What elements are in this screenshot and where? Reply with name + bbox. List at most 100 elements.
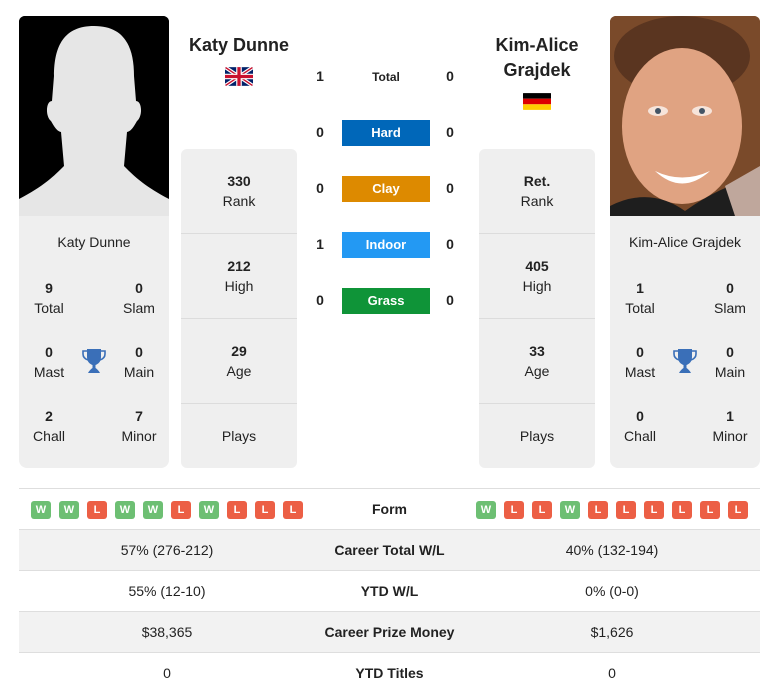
form-loss-badge[interactable]: L	[87, 501, 107, 519]
h2h-left-count: 0	[316, 124, 324, 140]
player1-titles-slam: 0 Slam	[109, 278, 169, 318]
silhouette-icon	[19, 16, 169, 216]
player2-card-name: Kim-Alice Grajdek	[628, 234, 742, 250]
player2-titles-mast: 0 Mast	[610, 342, 670, 382]
player1-high: 212 High	[181, 234, 297, 319]
player1-rank: 330 Rank	[181, 149, 297, 234]
h2h-right-count: 0	[446, 68, 454, 84]
player2-titles-total: 1 Total	[610, 278, 670, 318]
form-loss-badge[interactable]: L	[672, 501, 692, 519]
rank-label: Rank	[520, 193, 554, 209]
form-loss-badge[interactable]: L	[504, 501, 524, 519]
player1-age: 29 Age	[181, 319, 297, 404]
stat-label: Total	[34, 300, 64, 316]
age-value: 33	[529, 343, 545, 359]
row-label: Career Total W/L	[334, 542, 445, 558]
form-win-badge[interactable]: W	[31, 501, 51, 519]
h2h-total-label: Total	[372, 70, 400, 84]
player2-titles-minor: 1 Minor	[700, 406, 760, 446]
stat-value: 2	[45, 408, 53, 424]
gb-flag-icon	[225, 67, 253, 86]
stat-label: Chall	[624, 428, 656, 444]
de-flag-icon	[523, 92, 551, 111]
form-win-badge[interactable]: W	[199, 501, 219, 519]
player1-value: 0	[163, 665, 171, 681]
stat-label: Total	[625, 300, 655, 316]
age-label: Age	[226, 363, 252, 379]
player2-value: 0	[608, 665, 616, 681]
form-loss-badge[interactable]: L	[171, 501, 191, 519]
form-win-badge[interactable]: W	[59, 501, 79, 519]
stat-value: 0	[135, 280, 143, 296]
player2-photo	[610, 16, 760, 216]
player1-form: WWLWWLWLLL	[31, 501, 303, 519]
stat-label: Chall	[33, 428, 65, 444]
rank-label: Rank	[222, 193, 256, 209]
player1-titles-minor: 7 Minor	[109, 406, 169, 446]
player2-value: $1,626	[590, 624, 634, 640]
player2-portrait-icon	[610, 16, 760, 216]
h2h-left-count: 0	[316, 292, 324, 308]
rank-value: Ret.	[523, 173, 551, 189]
stat-label: Main	[123, 364, 155, 380]
high-label: High	[224, 278, 254, 294]
player1-value: 57% (276-212)	[120, 542, 214, 558]
stat-label: Minor	[712, 428, 748, 444]
form-loss-badge[interactable]: L	[532, 501, 552, 519]
player1-rank-panel: 330 Rank 212 High 29 Age Plays	[181, 149, 297, 468]
comparison-table: WWLWWLWLLL Form WLLWLLLLLL 57% (276-212)…	[19, 488, 760, 693]
player2-plays: Plays	[479, 404, 595, 468]
form-loss-badge[interactable]: L	[227, 501, 247, 519]
high-label: High	[522, 278, 552, 294]
high-value: 212	[227, 258, 251, 274]
form-loss-badge[interactable]: L	[255, 501, 275, 519]
player2-age: 33 Age	[479, 319, 595, 404]
plays-label: Plays	[519, 428, 555, 444]
stat-value: 0	[726, 344, 734, 360]
form-win-badge[interactable]: W	[115, 501, 135, 519]
surface-badge-grass[interactable]: Grass	[342, 288, 430, 314]
surface-badge-indoor[interactable]: Indoor	[342, 232, 430, 258]
h2h-left-count: 1	[316, 236, 324, 252]
stat-value: 0	[45, 344, 53, 360]
trophy-icon	[82, 349, 106, 373]
player2-name-line2: Grajdek	[503, 60, 571, 80]
stat-label: Main	[714, 364, 746, 380]
stat-value: 0	[636, 408, 644, 424]
player1-value: $38,365	[141, 624, 193, 640]
stat-value: 1	[726, 408, 734, 424]
stat-value: 9	[45, 280, 53, 296]
surface-badge-clay[interactable]: Clay	[342, 176, 430, 202]
player1-name[interactable]: Katy Dunne	[181, 33, 297, 58]
table-row: 55% (12-10) YTD W/L 0% (0-0)	[19, 570, 760, 611]
table-row: $38,365 Career Prize Money $1,626	[19, 611, 760, 652]
stat-value: 0	[636, 344, 644, 360]
player2-name[interactable]: Kim-Alice Grajdek	[479, 33, 595, 83]
form-loss-badge[interactable]: L	[616, 501, 636, 519]
player1-titles-total: 9 Total	[19, 278, 79, 318]
h2h-row-total: 1 Total 0	[300, 64, 478, 90]
h2h-left-count: 0	[316, 180, 324, 196]
surface-badge-hard[interactable]: Hard	[342, 120, 430, 146]
player2-form: WLLWLLLLLL	[476, 501, 748, 519]
form-loss-badge[interactable]: L	[644, 501, 664, 519]
form-label: Form	[372, 501, 407, 517]
form-loss-badge[interactable]: L	[728, 501, 748, 519]
form-loss-badge[interactable]: L	[700, 501, 720, 519]
h2h-row-hard: 0 Hard 0	[300, 120, 478, 146]
form-win-badge[interactable]: W	[143, 501, 163, 519]
player1-photo	[19, 16, 169, 216]
form-loss-badge[interactable]: L	[283, 501, 303, 519]
form-loss-badge[interactable]: L	[588, 501, 608, 519]
stat-label: Slam	[123, 300, 155, 316]
player2-titles-slam: 0 Slam	[700, 278, 760, 318]
plays-label: Plays	[221, 428, 257, 444]
form-win-badge[interactable]: W	[476, 501, 496, 519]
player1-titles-main: 0 Main	[109, 342, 169, 382]
h2h-left-count: 1	[316, 68, 324, 84]
player1-card: Katy Dunne 9 Total 0 Slam 0 Mast 0 Main …	[19, 216, 169, 468]
form-win-badge[interactable]: W	[560, 501, 580, 519]
h2h-row-grass: 0 Grass 0	[300, 288, 478, 314]
stat-value: 0	[726, 280, 734, 296]
player2-high: 405 High	[479, 234, 595, 319]
